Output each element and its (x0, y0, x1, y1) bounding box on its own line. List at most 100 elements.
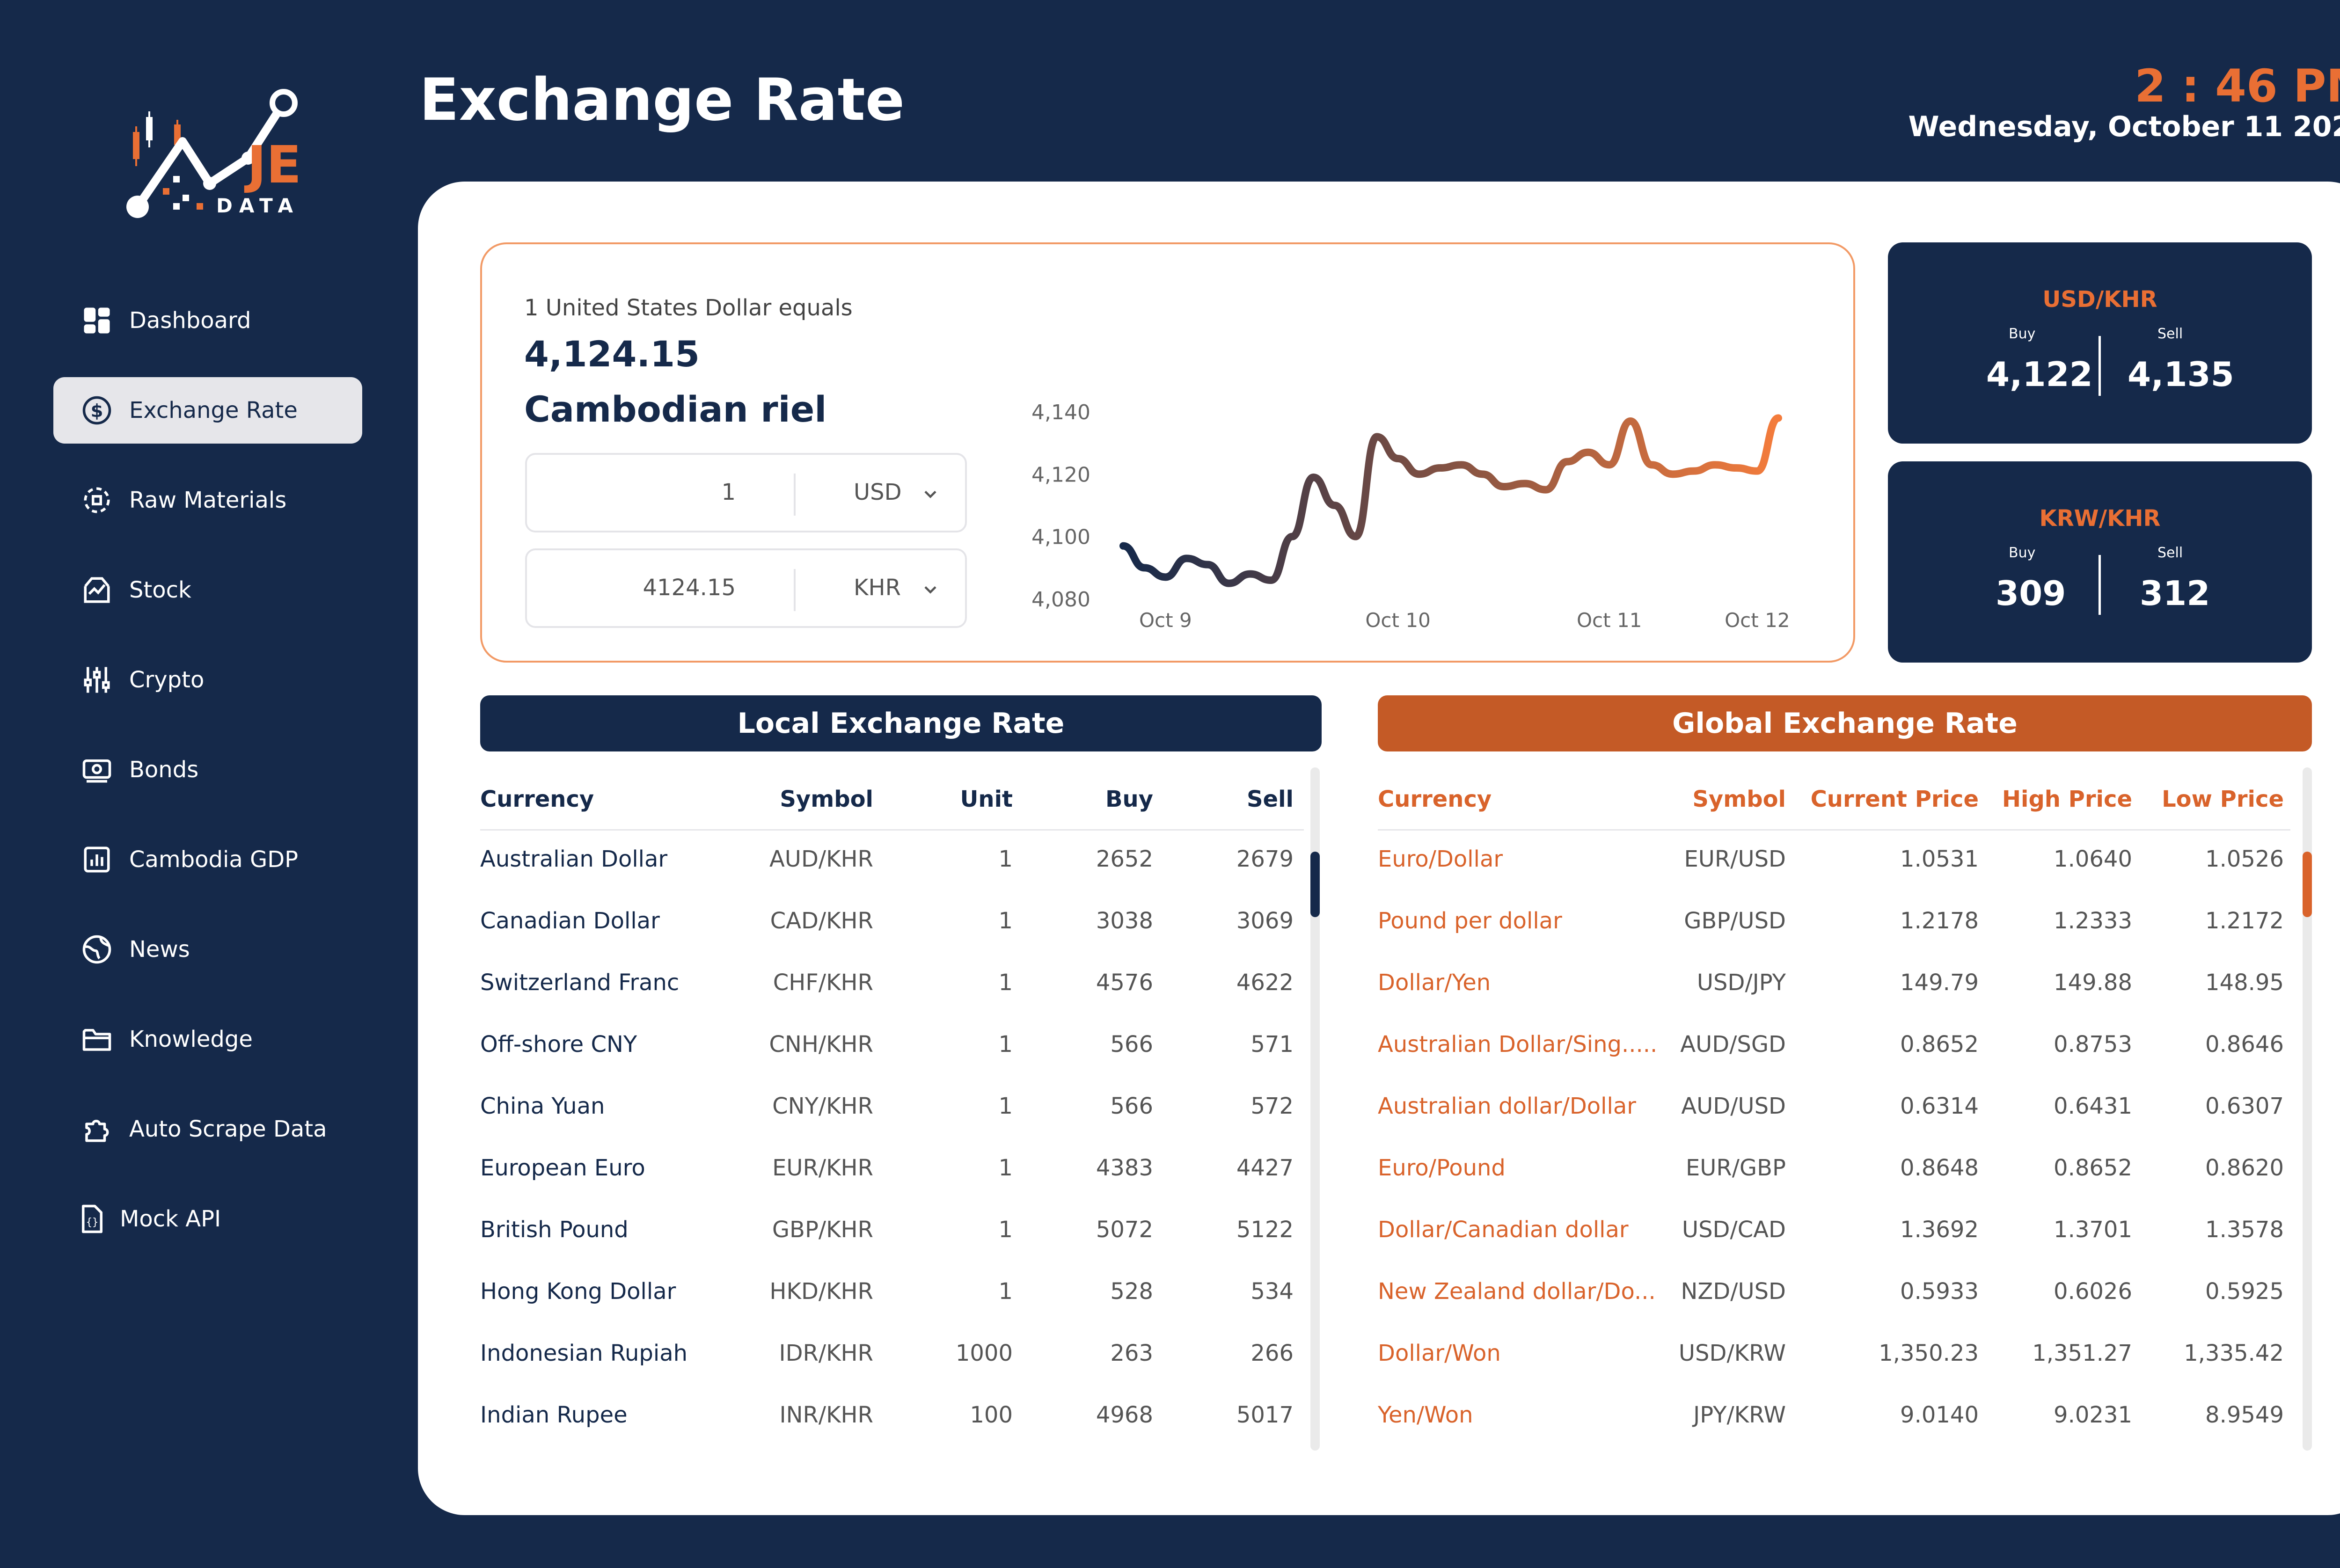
sidebar-item-label: Raw Materials (129, 487, 287, 513)
table-cell: 572 (1250, 1093, 1294, 1119)
sliders-icon (84, 667, 110, 693)
pair-divider (2099, 555, 2101, 615)
column-header[interactable]: Currency (480, 786, 594, 812)
bar-chart-icon (84, 846, 110, 873)
local-table-title: Local Exchange Rate (480, 695, 1322, 751)
x-tick-label: Oct 10 (1365, 609, 1430, 632)
table-cell: 0.8620 (2205, 1155, 2284, 1181)
sidebar-item-label: Cambodia GDP (129, 846, 299, 873)
buy-value: 309 (1996, 574, 2066, 613)
pair-title: USD/KHR (2042, 286, 2157, 313)
currency-name-cell: Euro/Pound (1378, 1155, 1506, 1181)
krw-khr-card: KRW/KHR Buy Sell 309 312 (1888, 461, 2312, 663)
to-currency-select[interactable]: KHR (854, 575, 901, 601)
column-header[interactable]: Sell (1013, 786, 1294, 812)
logo-text: DATA (216, 194, 300, 217)
converter-currency-name: Cambodian riel (524, 388, 827, 430)
sidebar-item-label: Crypto (129, 667, 205, 693)
sidebar-item-knowledge[interactable]: Knowledge (53, 1006, 362, 1072)
table-cell: 1.0526 (2205, 846, 2284, 872)
pair-title: KRW/KHR (2039, 505, 2161, 532)
file-code-icon: {} (82, 1204, 102, 1233)
sidebar-item-mock-api[interactable]: {} Mock API (53, 1186, 362, 1252)
sidebar-item-exchange-rate[interactable]: $ Exchange Rate (53, 377, 362, 444)
chevron-down-icon[interactable] (920, 579, 941, 600)
clock-time: 2 : 46 PM (2135, 60, 2340, 112)
sell-label: Sell (2157, 326, 2183, 342)
buy-label: Buy (2009, 326, 2036, 342)
sidebar-item-bonds[interactable]: Bonds (53, 737, 362, 803)
sidebar-item-label: Knowledge (129, 1026, 253, 1052)
exchange-rate-line-chart: 4,140 4,120 4,100 4,080 Oct 9 Oct 10 Oct 11 Oc… (1031, 401, 1790, 632)
sidebar-item-label: Bonds (129, 757, 199, 783)
currency-name-cell: Euro/Dollar (1378, 846, 1503, 872)
sidebar-item-dashboard[interactable]: Dashboard (53, 287, 362, 354)
field-divider (794, 474, 796, 516)
pair-divider (2099, 336, 2101, 396)
table-cell: 148.95 (2205, 970, 2284, 996)
table-cell: 8.9549 (2205, 1402, 2284, 1428)
table-cell: 266 (1250, 1340, 1294, 1366)
converter-result-value: 4,124.15 (524, 333, 700, 375)
table-cell: 4622 (1236, 970, 1294, 996)
table-cell: 4427 (1236, 1155, 1294, 1181)
sell-value: 312 (2140, 574, 2210, 613)
dashboard-icon (84, 307, 110, 334)
sidebar-item-stock[interactable]: Stock (53, 557, 362, 623)
table-cell: 5122 (1236, 1217, 1294, 1243)
global-table-title: Global Exchange Rate (1378, 695, 2312, 751)
buy-label: Buy (2009, 545, 2036, 561)
scrollbar-thumb[interactable] (2303, 852, 2312, 917)
from-amount-input[interactable]: 1 (721, 479, 736, 505)
sidebar-item-crypto[interactable]: Crypto (53, 647, 362, 713)
table-cell: 0.6307 (2205, 1093, 2284, 1119)
to-amount-input[interactable]: 4124.15 (643, 575, 736, 601)
dollar-circle-icon: $ (82, 396, 111, 425)
sell-value: 4,135 (2128, 355, 2234, 394)
raw-materials-icon (84, 487, 110, 513)
table-cell: 2679 (1236, 846, 1294, 872)
table-cell: 1,335.42 (2184, 1340, 2284, 1366)
scrollbar-thumb[interactable] (1310, 852, 1320, 917)
table-cell: 1.3578 (2205, 1217, 2284, 1243)
sidebar-item-label: Auto Scrape Data (129, 1116, 327, 1142)
y-tick-label: 4,100 (1031, 525, 1090, 549)
chevron-down-icon[interactable] (920, 484, 941, 504)
from-currency-field[interactable]: 1 USD (525, 453, 967, 532)
field-divider (794, 569, 796, 611)
column-header[interactable]: Low Price (2003, 786, 2284, 812)
currency-name-cell: Dollar/Won (1378, 1340, 1501, 1366)
svg-text:$: $ (91, 401, 103, 422)
usd-khr-card: USD/KHR Buy Sell 4,122 4,135 (1888, 242, 2312, 444)
table-header-divider (480, 829, 1304, 831)
table-cell: 0.8646 (2205, 1031, 2284, 1057)
column-header[interactable]: Currency (1378, 786, 1492, 812)
y-tick-label: 4,080 (1031, 588, 1090, 612)
local-table-scrollbar[interactable] (1310, 767, 1320, 1451)
brand-logo[interactable]: JE DATA (117, 89, 304, 229)
x-tick-label: Oct 9 (1139, 609, 1192, 632)
converter-equals-text: 1 United States Dollar equals (524, 295, 853, 321)
currency-name-cell: China Yuan (480, 1093, 605, 1119)
sidebar-item-raw-materials[interactable]: Raw Materials (53, 467, 362, 533)
buy-value: 4,122 (1986, 355, 2093, 394)
page-title: Exchange Rate (419, 66, 905, 134)
puzzle-icon (85, 1120, 109, 1142)
current-date: Wednesday, October 11 2023 (1908, 110, 2340, 143)
from-currency-select[interactable]: USD (854, 479, 902, 505)
x-tick-label: Oct 11 (1577, 609, 1642, 632)
table-cell: 3069 (1236, 908, 1294, 934)
sidebar-item-label: News (129, 936, 190, 963)
sidebar-item-news[interactable]: News (53, 916, 362, 983)
bonds-icon (82, 759, 111, 783)
globe-icon (82, 935, 111, 964)
svg-text:{}: {} (86, 1217, 99, 1228)
table-header-divider (1378, 829, 2290, 831)
sidebar-item-auto-scrape-data[interactable]: Auto Scrape Data (53, 1096, 362, 1162)
to-currency-field[interactable]: 4124.15 KHR (525, 548, 967, 628)
sidebar-item-label: Exchange Rate (129, 397, 298, 423)
global-table-scrollbar[interactable] (2303, 767, 2312, 1451)
sidebar-item-cambodia-gdp[interactable]: Cambodia GDP (53, 826, 362, 893)
y-tick-label: 4,140 (1031, 401, 1090, 424)
stock-icon (84, 577, 110, 603)
